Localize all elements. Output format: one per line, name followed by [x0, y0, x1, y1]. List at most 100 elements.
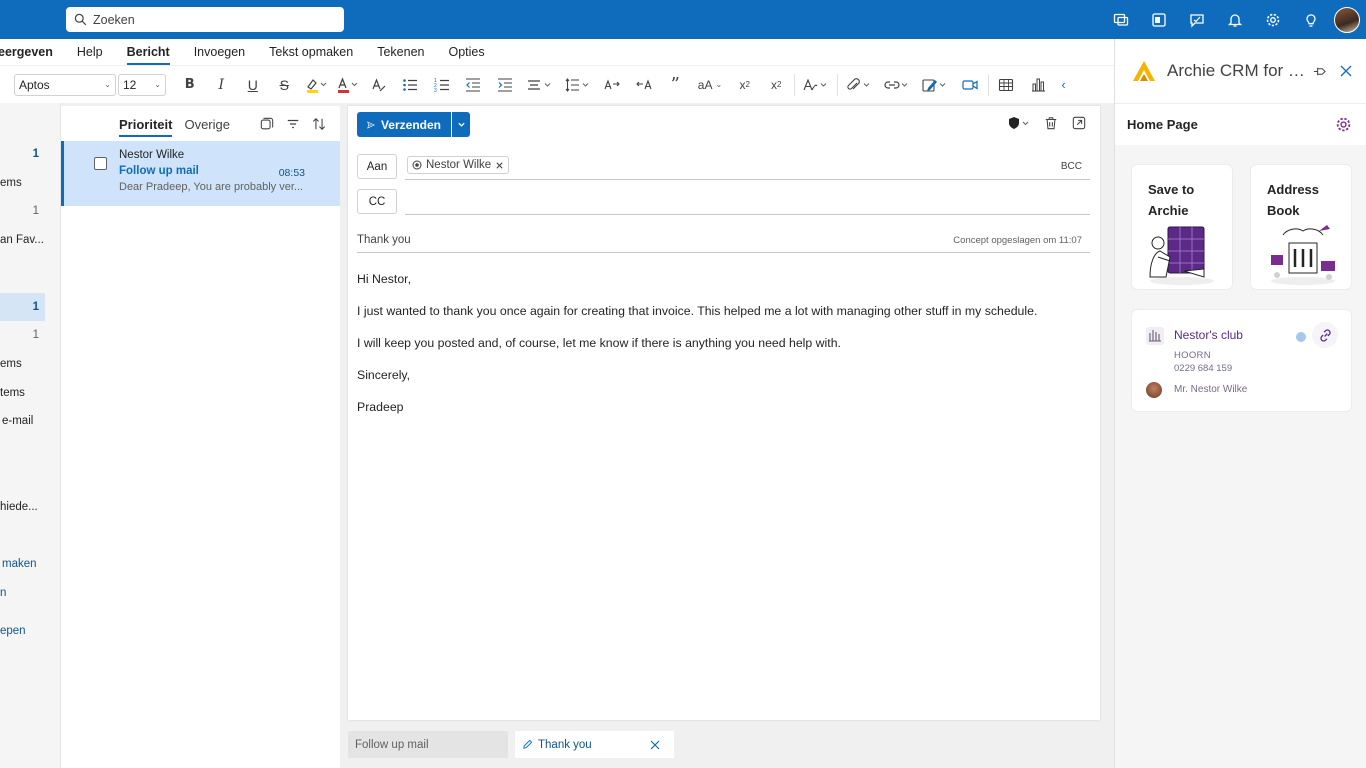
tab-invoegen[interactable]: Invoegen	[182, 39, 257, 65]
table-icon[interactable]	[991, 66, 1023, 104]
clear-format-icon[interactable]	[363, 66, 395, 104]
teams-chat-icon[interactable]	[1102, 0, 1140, 39]
close-icon[interactable]	[1340, 65, 1352, 77]
increase-indent-icon[interactable]	[489, 66, 521, 104]
recipient-chip[interactable]: Nestor Wilke	[407, 156, 510, 174]
signature-icon[interactable]	[916, 66, 954, 104]
font-size-select[interactable]: 12 ⌄	[118, 73, 166, 96]
whiteboard-icon[interactable]	[1178, 0, 1216, 39]
lightbulb-icon[interactable]	[1292, 0, 1330, 39]
styles-icon[interactable]	[797, 66, 835, 104]
folder-item[interactable]: hiede...	[0, 501, 45, 513]
close-icon[interactable]	[650, 740, 660, 750]
discard-icon[interactable]	[1044, 116, 1058, 130]
line-spacing-icon[interactable]	[559, 66, 597, 104]
folder-item[interactable]: e-mail	[0, 415, 45, 427]
filter-icon[interactable]	[286, 117, 300, 131]
link-icon[interactable]	[878, 66, 916, 104]
addin-title: Archie CRM for Ou...	[1167, 61, 1312, 80]
gear-icon[interactable]	[1335, 116, 1352, 133]
bcc-button[interactable]: BCC	[1061, 161, 1082, 172]
search-box[interactable]: Zoeken	[66, 7, 344, 32]
draft-tab-follow-up[interactable]: Follow up mail	[348, 731, 508, 758]
gear-icon[interactable]	[1254, 0, 1292, 39]
draft-saved-status: Concept opgeslagen om 11:07	[953, 235, 1082, 246]
contact-card[interactable]: Nestor's club HOORN 0229 684 159 Mr. Nes…	[1131, 309, 1352, 412]
font-color-icon[interactable]	[332, 66, 364, 104]
highlight-icon[interactable]	[300, 66, 332, 104]
decrease-indent-icon[interactable]	[458, 66, 490, 104]
building-icon	[1146, 327, 1164, 345]
folder-item[interactable]: an Fav...	[0, 234, 45, 246]
contact-person[interactable]: Mr. Nestor Wilke	[1174, 384, 1247, 395]
underline-icon[interactable]: U	[237, 66, 269, 104]
tab-bericht[interactable]: Bericht	[115, 39, 182, 65]
tab-help[interactable]: Help	[65, 39, 115, 65]
folder-item[interactable]: ems	[0, 358, 45, 370]
outlook-icon[interactable]	[1140, 0, 1178, 39]
folder-pane: 1 ems 1 an Fav... 1 1 ems tems e-mail hi…	[0, 103, 61, 768]
font-size-value: 12	[123, 77, 137, 92]
bell-icon[interactable]	[1216, 0, 1254, 39]
quote-icon[interactable]: ”	[660, 66, 692, 104]
send-icon	[367, 120, 375, 129]
italic-icon[interactable]: I	[206, 66, 238, 104]
tab-opties[interactable]: Opties	[436, 39, 496, 65]
sensitivity-shield-icon[interactable]	[1008, 116, 1030, 130]
save-to-archie-card[interactable]: Save to Archie	[1131, 164, 1233, 290]
bullet-list-icon[interactable]	[395, 66, 427, 104]
message-time: 08:53	[278, 167, 305, 179]
bold-icon[interactable]: B	[174, 66, 206, 104]
tab-overige[interactable]: Overige	[184, 117, 230, 132]
folder-item[interactable]: n	[0, 587, 45, 599]
organization-name[interactable]: Nestor's club	[1174, 328, 1243, 342]
send-button[interactable]: Verzenden	[357, 112, 451, 137]
message-list: Prioriteit Overige Nestor Wilke Follow u…	[61, 106, 340, 768]
select-all-icon[interactable]	[260, 117, 274, 131]
folder-count: 1	[32, 148, 39, 160]
folder-item[interactable]: ems	[0, 177, 45, 189]
folder-item[interactable]: maken	[0, 558, 45, 570]
numbered-list-icon[interactable]: 123	[426, 66, 458, 104]
message-body-editor[interactable]: Hi Nestor, I just wanted to thank you on…	[357, 272, 1037, 432]
remove-recipient-icon[interactable]	[495, 161, 504, 170]
pin-icon[interactable]	[1313, 65, 1326, 78]
subject-field[interactable]: Thank you	[357, 234, 411, 246]
video-call-icon[interactable]	[954, 66, 986, 104]
avatar[interactable]	[1334, 6, 1360, 33]
send-options-button[interactable]	[452, 112, 470, 137]
text-direction-icon[interactable]	[597, 66, 629, 104]
link-button[interactable]	[1312, 322, 1338, 348]
message-sender: Nestor Wilke	[119, 149, 185, 161]
text-direction-rtl-icon[interactable]	[628, 66, 660, 104]
cc-field[interactable]	[405, 214, 1090, 215]
draft-tab-thank-you[interactable]: Thank you	[515, 731, 674, 758]
tab-prioriteit[interactable]: Prioriteit	[119, 117, 173, 137]
folder-item[interactable]: tems	[0, 387, 45, 399]
tab-tekst-opmaken[interactable]: Tekst opmaken	[257, 39, 365, 65]
message-checkbox[interactable]	[94, 157, 107, 170]
list-item[interactable]: Nestor Wilke Follow up mail 08:53 Dear P…	[61, 141, 340, 206]
folder-item[interactable]: epen	[0, 625, 45, 637]
font-family-select[interactable]: Aptos ⌄	[14, 73, 116, 96]
svg-text:3: 3	[434, 88, 437, 93]
attach-icon[interactable]	[840, 66, 878, 104]
more-icon[interactable]: ‹	[1054, 66, 1074, 104]
folder-count: 1	[32, 301, 39, 313]
search-input[interactable]: Zoeken	[93, 13, 135, 27]
tab-weergeven[interactable]: eergeven	[0, 39, 65, 65]
align-icon[interactable]	[521, 66, 559, 104]
sort-icon[interactable]	[312, 117, 326, 131]
to-button[interactable]: Aan	[357, 154, 397, 179]
subscript-icon[interactable]: x2	[729, 66, 761, 104]
pop-out-icon[interactable]	[1072, 116, 1086, 130]
superscript-icon[interactable]: x2	[761, 66, 793, 104]
cc-button[interactable]: CC	[357, 189, 397, 214]
strikethrough-icon[interactable]: S	[269, 66, 301, 104]
contact-status-icon	[412, 160, 422, 170]
address-book-card[interactable]: Address Book	[1250, 164, 1352, 290]
recipient-name: Nestor Wilke	[426, 159, 492, 171]
tab-tekenen[interactable]: Tekenen	[365, 39, 436, 65]
font-case-icon[interactable]: aA ⌄	[691, 66, 729, 104]
chart-icon[interactable]	[1022, 66, 1054, 104]
